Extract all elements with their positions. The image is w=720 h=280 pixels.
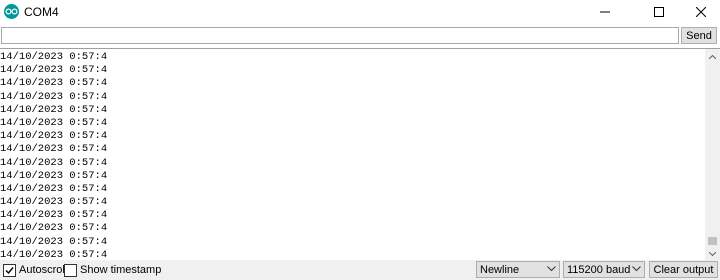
checkmark-icon <box>5 266 14 274</box>
maximize-button[interactable] <box>636 0 682 24</box>
serial-output[interactable]: 14/10/2023 0:57:4 14/10/2023 0:57:4 14/10/… <box>0 48 705 261</box>
output-line: 14/10/2023 0:57:4 <box>0 51 108 63</box>
scroll-thumb[interactable] <box>708 237 717 245</box>
output-line: 14/10/2023 0:57:4 <box>0 169 108 182</box>
line-ending-select[interactable]: Newline <box>476 261 560 278</box>
output-line: 14/10/2023 0:57:4 <box>0 130 108 143</box>
arduino-logo-icon <box>4 4 19 19</box>
show-timestamp-label: Show timestamp <box>80 264 162 276</box>
output-line: 14/10/2023 0:57:4 <box>0 235 108 248</box>
chevron-up-icon <box>709 54 716 59</box>
close-button[interactable] <box>678 0 720 24</box>
chevron-down-icon <box>632 266 641 272</box>
close-icon <box>696 7 706 17</box>
minimize-button[interactable] <box>582 0 628 24</box>
output-line: 14/10/2023 0:57:4 <box>0 222 108 235</box>
output-line: 14/10/2023 0:57:4 <box>0 182 108 195</box>
baud-rate-value: 115200 baud <box>567 263 631 276</box>
output-line: 14/10/2023 0:57:4 <box>0 103 108 116</box>
output-line: 14/10/2023 0:57:4 <box>0 156 108 169</box>
output-lines: 14/10/2023 0:57:4 14/10/2023 0:57:4 14/10/… <box>0 51 107 261</box>
autoscroll-toggle[interactable]: Autoscroll <box>3 263 67 277</box>
chevron-down-icon <box>547 266 556 272</box>
output-line: 14/10/2023 0:57:4 <box>0 77 108 90</box>
bottom-toolbar: Autoscroll Show timestamp Newline 115200… <box>0 260 720 280</box>
window-title: COM4 <box>24 5 59 19</box>
output-line: 14/10/2023 0:57:4 <box>0 143 108 156</box>
maximize-icon <box>654 7 664 17</box>
output-line: 14/10/2023 0:57:4 <box>0 209 108 222</box>
autoscroll-label: Autoscroll <box>19 264 68 276</box>
title-bar: COM4 <box>0 0 720 24</box>
message-input[interactable] <box>1 27 679 44</box>
output-line: 14/10/2023 0:57:4 <box>0 116 108 129</box>
send-button[interactable]: Send <box>681 27 717 44</box>
output-line: 14/10/2023 0:57:4 <box>0 90 108 103</box>
vertical-scrollbar[interactable] <box>705 48 720 261</box>
chevron-down-icon <box>709 251 716 256</box>
show-timestamp-checkbox[interactable] <box>64 263 77 277</box>
minimize-icon <box>600 11 610 13</box>
output-line: 14/10/2023 0:57:4 <box>0 196 108 209</box>
scroll-up-button[interactable] <box>705 49 720 64</box>
line-ending-value: Newline <box>480 263 520 276</box>
show-timestamp-toggle[interactable]: Show timestamp <box>64 263 161 277</box>
output-line: 14/10/2023 0:57:4 <box>0 64 108 77</box>
baud-rate-select[interactable]: 115200 baud <box>563 261 645 278</box>
clear-output-button[interactable]: Clear output <box>649 261 718 278</box>
scroll-down-button[interactable] <box>705 246 720 261</box>
autoscroll-checkbox[interactable] <box>3 263 16 277</box>
send-row: Send <box>0 26 720 46</box>
